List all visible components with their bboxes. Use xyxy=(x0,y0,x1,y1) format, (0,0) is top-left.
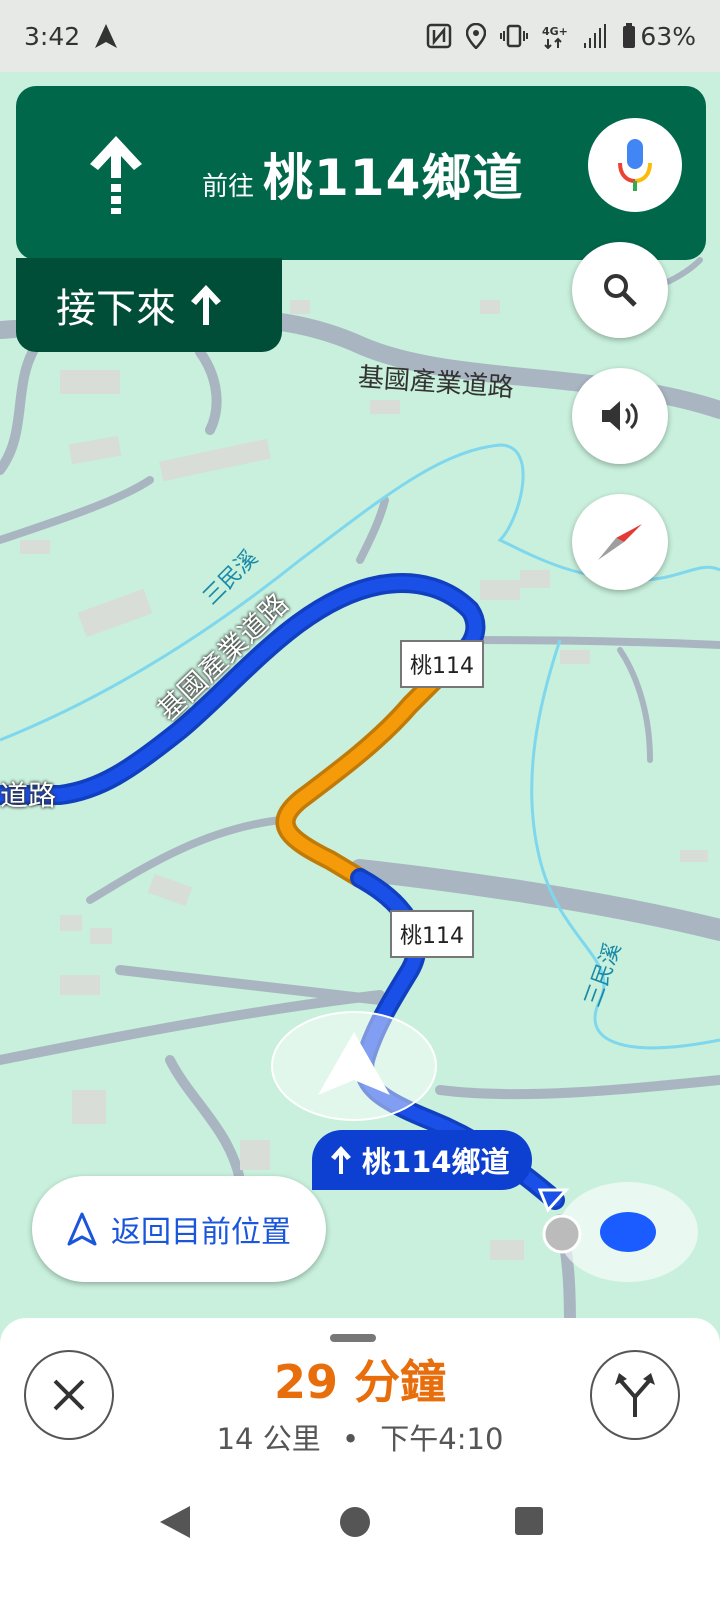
current-road-name: 桃114鄉道 xyxy=(362,1145,510,1179)
navigation-icon xyxy=(95,24,118,48)
next-maneuver-panel[interactable]: 接下來 xyxy=(16,258,282,352)
recents-icon[interactable] xyxy=(512,1504,546,1538)
next-straight-arrow-icon xyxy=(191,285,221,325)
system-nav-bar xyxy=(0,1478,720,1568)
trip-distance: 14 公里 xyxy=(216,1422,321,1456)
next-label: 接下來 xyxy=(56,286,176,332)
banner-road-name: 桃114鄉道 xyxy=(263,149,524,207)
banner-prefix: 前往 xyxy=(202,172,255,202)
trip-separator: • xyxy=(341,1422,360,1456)
recenter-button[interactable]: 返回目前位置 xyxy=(32,1176,326,1282)
trip-arrival: 下午4:10 xyxy=(380,1422,504,1456)
compass-button[interactable] xyxy=(572,494,668,590)
svg-text:4G+: 4G+ xyxy=(542,25,568,38)
fork-route-icon xyxy=(615,1373,655,1417)
sheet-handle[interactable] xyxy=(330,1334,376,1342)
home-icon[interactable] xyxy=(336,1503,374,1541)
sound-button[interactable] xyxy=(572,368,668,464)
map-label-road-left: 道路 xyxy=(0,779,57,812)
4g-icon: 4G+ xyxy=(542,25,568,49)
straight-arrow-small-icon xyxy=(331,1146,351,1174)
location-icon xyxy=(466,23,487,49)
route-shield-1: 桃114 xyxy=(400,640,484,688)
status-bar: 3:42 4G+ 63% xyxy=(0,0,720,72)
compass-icon xyxy=(598,524,642,560)
alternate-routes-button[interactable] xyxy=(590,1350,680,1440)
volume-icon xyxy=(602,401,638,431)
status-time: 3:42 xyxy=(24,21,81,51)
battery-icon xyxy=(623,23,636,48)
straight-arrow-icon xyxy=(90,136,142,214)
search-icon xyxy=(604,274,637,307)
route-shield-2: 桃114 xyxy=(390,910,474,958)
voice-search-button[interactable] xyxy=(588,118,682,212)
current-road-pill: 桃114鄉道 xyxy=(312,1130,532,1190)
vibrate-icon xyxy=(500,24,529,48)
search-button[interactable] xyxy=(572,242,668,338)
microphone-icon xyxy=(618,139,652,191)
back-icon[interactable] xyxy=(158,1504,192,1540)
direction-banner[interactable]: 前往 桃114鄉道 xyxy=(16,86,706,260)
signal-icon xyxy=(584,24,607,48)
navigation-arrow-icon xyxy=(67,1212,97,1246)
battery-percent: 63% xyxy=(640,21,696,51)
nfc-icon xyxy=(427,23,452,49)
recenter-label: 返回目前位置 xyxy=(111,1215,291,1250)
